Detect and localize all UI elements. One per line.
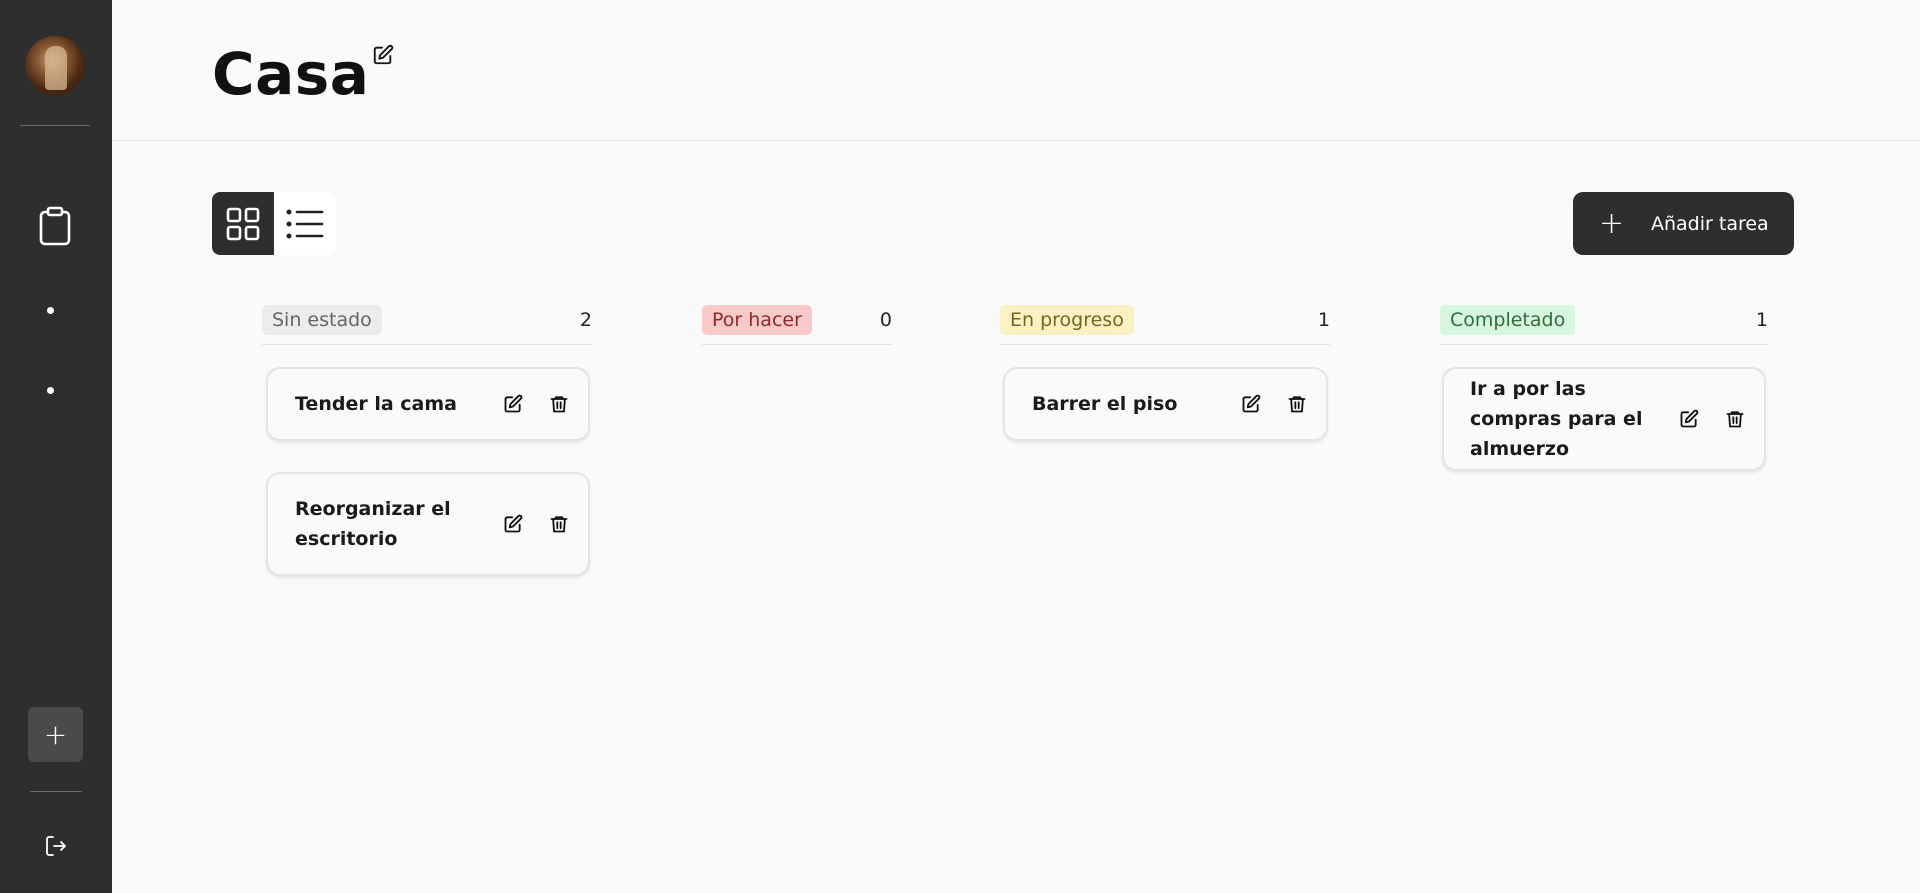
status-badge: Sin estado [262,305,382,335]
status-badge: Completado [1440,305,1576,335]
trash-icon[interactable] [548,393,570,415]
column-por-hacer: Por hacer 0 [702,305,892,345]
sidebar-divider [20,125,90,126]
avatar[interactable] [25,36,85,96]
edit-icon[interactable] [1240,393,1262,415]
sidebar-item-dot-icon[interactable] [47,387,54,394]
task-title: Tender la cama [295,393,457,415]
column-sin-estado: Sin estado 2 Tender la cama Reorganizar … [262,305,592,576]
status-badge: Por hacer [702,305,812,335]
view-toggle [212,192,336,255]
column-en-progreso: En progreso 1 Barrer el piso [1000,305,1330,441]
sidebar-item-dot-icon[interactable] [47,307,54,314]
add-board-button[interactable]: + [28,707,83,762]
edit-icon[interactable] [502,393,524,415]
grid-view-button[interactable] [212,192,274,255]
page-title: Casa [212,40,370,108]
trash-icon[interactable] [1724,408,1746,430]
edit-icon[interactable] [502,513,524,535]
logout-icon[interactable] [42,833,70,859]
task-title: Reorganizar el escritorio [295,498,451,550]
task-count: 1 [1755,309,1768,331]
plus-icon: + [1599,205,1625,241]
task-card[interactable]: Ir a por las compras para el almuerzo [1442,367,1766,471]
task-card[interactable]: Barrer el piso [1003,367,1328,441]
sidebar: + [0,0,112,893]
task-title: Barrer el piso [1032,393,1178,415]
page-header: Casa [112,0,1920,141]
list-view-button[interactable] [274,192,336,255]
edit-icon[interactable] [1678,408,1700,430]
trash-icon[interactable] [548,513,570,535]
column-header: En progreso 1 [1000,305,1330,345]
task-title: Ir a por las compras para el almuerzo [1470,378,1643,460]
column-header: Por hacer 0 [702,305,892,345]
edit-title-icon[interactable] [372,44,394,66]
task-card[interactable]: Reorganizar el escritorio [266,472,590,576]
clipboard-icon[interactable] [36,205,74,247]
task-count: 2 [579,309,592,331]
task-count: 0 [879,309,892,331]
add-task-label: Añadir tarea [1651,212,1769,235]
sidebar-divider [30,791,82,792]
task-card[interactable]: Tender la cama [266,367,590,441]
status-badge: En progreso [1000,305,1134,335]
task-count: 1 [1317,309,1330,331]
column-header: Sin estado 2 [262,305,592,345]
column-header: Completado 1 [1440,305,1768,345]
column-completado: Completado 1 Ir a por las compras para e… [1440,305,1768,471]
add-task-button[interactable]: + Añadir tarea [1573,192,1794,255]
trash-icon[interactable] [1286,393,1308,415]
